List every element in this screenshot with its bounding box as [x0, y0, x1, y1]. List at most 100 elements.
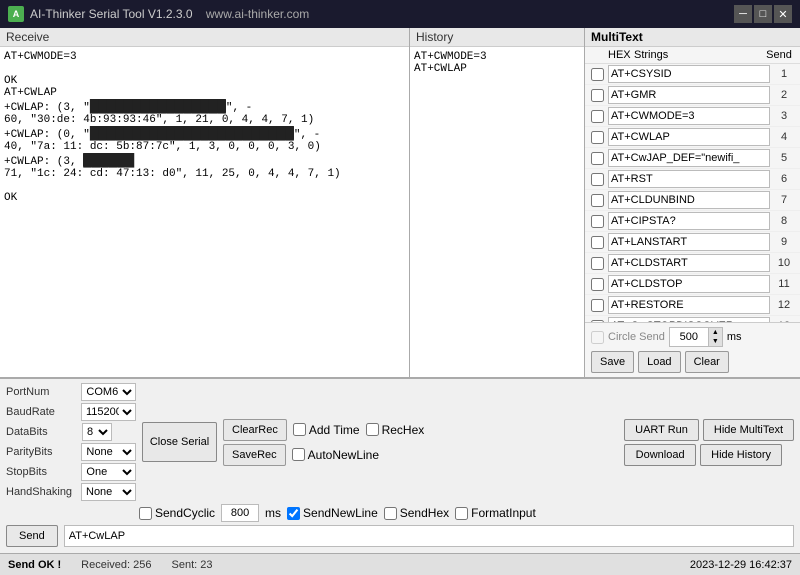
- close-serial-button[interactable]: Close Serial: [142, 422, 217, 462]
- circle-send-row: Circle Send ▲ ▼ ms: [591, 327, 794, 347]
- history-panel: History AT+CWMODE=3 AT+CWLAP: [410, 28, 585, 377]
- rechex-label: RecHex: [366, 423, 425, 437]
- multitext-title: MultiText: [591, 30, 643, 44]
- multitext-row-num-1: 1: [774, 68, 794, 80]
- history-content: AT+CWMODE=3 AT+CWLAP: [410, 47, 584, 377]
- receive-content: AT+CWMODE=3 OK AT+CWLAP +CWLAP: (3, "███…: [0, 47, 409, 377]
- multitext-row-input-12[interactable]: [608, 296, 770, 314]
- multitext-row-input-7[interactable]: [608, 191, 770, 209]
- sendnewline-label: SendNewLine: [287, 506, 378, 520]
- multitext-row-num-2: 2: [774, 89, 794, 101]
- multitext-row-hex-checkbox-12[interactable]: [591, 299, 604, 312]
- save-button[interactable]: Save: [591, 351, 634, 373]
- clear-button[interactable]: Clear: [685, 351, 729, 373]
- multitext-row-input-10[interactable]: [608, 254, 770, 272]
- load-button[interactable]: Load: [638, 351, 680, 373]
- right-controls: UART Run Hide MultiText Download Hide Hi…: [624, 419, 794, 466]
- multitext-row: 9: [585, 232, 800, 253]
- sendcyclic-label: SendCyclic: [139, 506, 215, 520]
- paritybits-row: ParityBits NoneOddEven: [6, 443, 136, 461]
- close-button[interactable]: ✕: [774, 5, 792, 23]
- multitext-rows: 12345678910111213: [585, 64, 800, 322]
- databits-row: DataBits 87: [6, 423, 136, 441]
- send-row: Send: [6, 525, 794, 547]
- addtime-checkbox[interactable]: [293, 423, 306, 436]
- controls-row1: PortNum COM6 COM1COM2COM3 BaudRate 11520…: [6, 383, 794, 501]
- multitext-row-hex-checkbox-2[interactable]: [591, 89, 604, 102]
- formatinput-checkbox[interactable]: [455, 507, 468, 520]
- multitext-row-num-6: 6: [774, 173, 794, 185]
- multitext-row-input-2[interactable]: [608, 86, 770, 104]
- saverec-button[interactable]: SaveRec: [223, 444, 286, 466]
- multitext-row-input-5[interactable]: [608, 149, 770, 167]
- multitext-row-input-6[interactable]: [608, 170, 770, 188]
- multitext-row: 12: [585, 295, 800, 316]
- multitext-row-hex-checkbox-3[interactable]: [591, 110, 604, 123]
- multitext-row-num-7: 7: [774, 194, 794, 206]
- spinner-up[interactable]: ▲: [708, 328, 722, 337]
- databits-select[interactable]: 87: [82, 423, 112, 441]
- circle-send-value[interactable]: [670, 329, 708, 345]
- paritybits-select[interactable]: NoneOddEven: [81, 443, 136, 461]
- maximize-button[interactable]: □: [754, 5, 772, 23]
- multitext-row: 1: [585, 64, 800, 85]
- multitext-row-input-8[interactable]: [608, 212, 770, 230]
- multitext-row-hex-checkbox-10[interactable]: [591, 257, 604, 270]
- stopbits-select[interactable]: OneTwo: [81, 463, 136, 481]
- multitext-row-hex-checkbox-8[interactable]: [591, 215, 604, 228]
- serial-params: PortNum COM6 COM1COM2COM3 BaudRate 11520…: [6, 383, 136, 501]
- hide-multitext-button[interactable]: Hide MultiText: [703, 419, 794, 441]
- send-input[interactable]: [64, 525, 794, 547]
- handshaking-select[interactable]: NoneRTS/CTS: [81, 483, 136, 501]
- send-button[interactable]: Send: [6, 525, 58, 547]
- multitext-row-hex-checkbox-4[interactable]: [591, 131, 604, 144]
- window-controls: ─ □ ✕: [734, 5, 792, 23]
- baudrate-select[interactable]: 115200 960019200: [81, 403, 136, 421]
- multitext-row: 2: [585, 85, 800, 106]
- databits-label: DataBits: [6, 426, 78, 438]
- uart-run-button[interactable]: UART Run: [624, 419, 699, 441]
- portnum-select[interactable]: COM6 COM1COM2COM3: [81, 383, 136, 401]
- multitext-row-hex-checkbox-6[interactable]: [591, 173, 604, 186]
- sendnewline-checkbox[interactable]: [287, 507, 300, 520]
- main-content: Receive AT+CWMODE=3 OK AT+CWLAP +CWLAP: …: [0, 28, 800, 575]
- handshaking-row: HandShaking NoneRTS/CTS: [6, 483, 136, 501]
- rechex-checkbox[interactable]: [366, 423, 379, 436]
- circle-send-spinner[interactable]: ▲ ▼: [669, 327, 723, 347]
- col-send-header: Send: [764, 49, 794, 61]
- multitext-row-num-9: 9: [774, 236, 794, 248]
- multitext-row-input-4[interactable]: [608, 128, 770, 146]
- multitext-row-hex-checkbox-9[interactable]: [591, 236, 604, 249]
- title-bar-left: A AI-Thinker Serial Tool V1.2.3.0 www.ai…: [8, 6, 309, 22]
- circle-send-checkbox[interactable]: [591, 331, 604, 344]
- footer-buttons: Save Load Clear: [591, 351, 794, 373]
- multitext-row-input-9[interactable]: [608, 233, 770, 251]
- right-row2: Download Hide History: [624, 444, 794, 466]
- multitext-row-input-3[interactable]: [608, 107, 770, 125]
- mid-row2: SaveRec AutoNewLine: [223, 444, 424, 466]
- multitext-row-hex-checkbox-11[interactable]: [591, 278, 604, 291]
- multitext-footer: Circle Send ▲ ▼ ms Save Load Clear: [585, 322, 800, 377]
- hide-history-button[interactable]: Hide History: [700, 444, 782, 466]
- multitext-row-hex-checkbox-5[interactable]: [591, 152, 604, 165]
- multitext-row-input-11[interactable]: [608, 275, 770, 293]
- paritybits-label: ParityBits: [6, 446, 77, 458]
- autonewline-checkbox[interactable]: [292, 448, 305, 461]
- spinner-down[interactable]: ▼: [708, 337, 722, 346]
- baudrate-label: BaudRate: [6, 406, 77, 418]
- multitext-row-num-3: 3: [774, 110, 794, 122]
- download-button[interactable]: Download: [624, 444, 696, 466]
- circle-send-ms: ms: [727, 331, 742, 343]
- sendhex-checkbox[interactable]: [384, 507, 397, 520]
- multitext-row-num-5: 5: [774, 152, 794, 164]
- multitext-row-hex-checkbox-1[interactable]: [591, 68, 604, 81]
- clearrec-button[interactable]: ClearRec: [223, 419, 287, 441]
- formatinput-label: FormatInput: [455, 506, 536, 520]
- minimize-button[interactable]: ─: [734, 5, 752, 23]
- multitext-row-input-1[interactable]: [608, 65, 770, 83]
- sendcyclic-checkbox[interactable]: [139, 507, 152, 520]
- multitext-row-hex-checkbox-7[interactable]: [591, 194, 604, 207]
- received-status: Received: 256: [81, 559, 151, 571]
- cyclic-ms-input[interactable]: [221, 504, 259, 522]
- mid-row1: ClearRec Add Time RecHex: [223, 419, 424, 441]
